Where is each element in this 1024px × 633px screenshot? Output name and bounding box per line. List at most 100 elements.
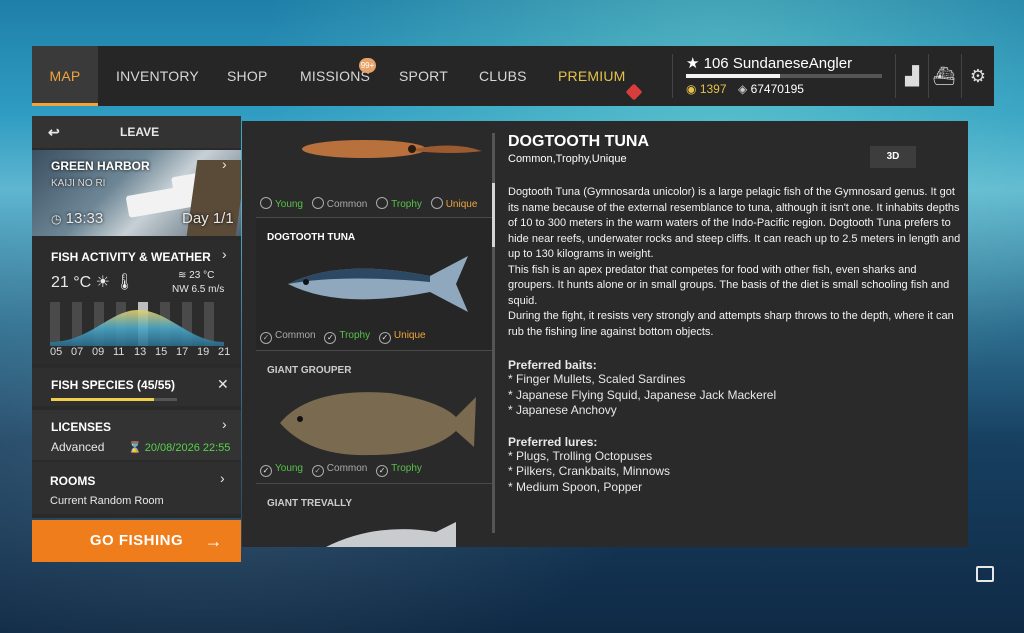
air-temperature: 21 °C ☀ 🌡︎	[51, 272, 135, 292]
sublocation-name: KAIJI NO RI	[51, 178, 106, 189]
activity-title: FISH ACTIVITY & WEATHER	[51, 250, 211, 264]
rooms-panel[interactable]: ROOMS › Current Random Room	[32, 462, 241, 514]
list-scrollbar[interactable]	[492, 133, 495, 533]
fish-encyclopedia-panel: Young Common Trophy Unique DOGTOOTH TUNA…	[242, 121, 968, 547]
licenses-panel[interactable]: LICENSES › Advanced ⌛ 20/08/2026 22:55	[32, 410, 241, 460]
thermometer-icon: 🌡︎	[114, 274, 135, 291]
dogtooth-tuna-image	[288, 256, 468, 312]
gold-coin-icon: ◉	[686, 82, 697, 96]
check-circle-icon: ✓	[376, 465, 389, 477]
water-temperature: ≋ 23 °C	[178, 270, 214, 281]
divider	[928, 54, 929, 98]
fish-card-selected[interactable]: DOGTOOTH TUNA ✓ Common ✓ Trophy ✓ Unique	[256, 218, 492, 351]
silver-currency: ◈ 67470195	[738, 82, 804, 96]
divider	[672, 54, 673, 98]
fish-name: GIANT GROUPER	[267, 365, 352, 376]
hour-label: 13	[134, 346, 147, 358]
activity-chart	[50, 302, 224, 346]
waves-icon: ≋	[178, 270, 187, 281]
go-fishing-button[interactable]: GO FISHING →	[32, 520, 241, 562]
tag-trophy: ✓ Trophy	[324, 330, 370, 344]
tag-unique: ✓ Unique	[378, 330, 426, 344]
check-circle-icon: ✓	[260, 332, 272, 344]
hour-label: 15	[155, 346, 168, 358]
fish-card[interactable]: Young Common Trophy Unique	[256, 121, 492, 218]
tag-young: Young	[260, 197, 303, 210]
lures-list: * Plugs, Trolling Octopuses * Pilkers, C…	[508, 449, 963, 496]
leaderboard-icon[interactable]: ▟	[898, 62, 926, 90]
scrollbar-thumb[interactable]	[492, 183, 495, 247]
close-icon[interactable]: ✕	[217, 376, 229, 393]
hour-label: 11	[113, 346, 125, 358]
player-info[interactable]: ★ 106 SundaneseAngler	[686, 54, 852, 72]
air-temp-value: 21 °C	[51, 274, 92, 291]
check-circle-icon: ✓	[324, 332, 337, 344]
squid-image	[302, 140, 482, 158]
clock-time: 13:33	[65, 210, 104, 227]
fish-card[interactable]: GIANT TREVALLY	[256, 484, 492, 547]
silver-coin-icon: ◈	[738, 82, 748, 96]
tab-missions[interactable]: MISSIONS	[300, 46, 370, 106]
fish-card[interactable]: GIANT GROUPER ✓ Young ✓ Common ✓ Trophy	[256, 351, 492, 484]
species-progress-bar	[51, 398, 177, 401]
tab-map[interactable]: MAP	[32, 46, 98, 106]
check-circle-icon: ✓	[378, 332, 391, 344]
view-3d-button[interactable]: 3D	[870, 146, 916, 168]
leave-label: LEAVE	[120, 125, 160, 139]
tab-shop[interactable]: SHOP	[227, 46, 267, 106]
tag-common: ✓ Common	[311, 463, 367, 477]
tab-inventory[interactable]: INVENTORY	[116, 46, 199, 106]
sun-icon: ☀	[95, 274, 110, 291]
chat-icon[interactable]	[976, 566, 994, 582]
check-circle-icon: ✓	[260, 465, 272, 477]
fish-list[interactable]: Young Common Trophy Unique DOGTOOTH TUNA…	[256, 121, 492, 547]
player-level: 106	[703, 55, 729, 72]
location-name: GREEN HARBOR	[51, 159, 150, 173]
tab-clubs[interactable]: CLUBS	[479, 46, 527, 106]
species-title: FISH SPECIES (45/55)	[51, 378, 176, 392]
bait-item: * Finger Mullets, Scaled Sardines	[508, 372, 686, 386]
game-window: MAP INVENTORY SHOP MISSIONS 99+ SPORT CL…	[32, 46, 994, 588]
hour-label: 19	[197, 346, 210, 358]
gear-icon[interactable]: ⚙	[964, 62, 992, 90]
empty-circle-icon	[311, 197, 324, 209]
fish-tags: ✓ Young ✓ Common ✓ Trophy	[260, 463, 428, 477]
empty-circle-icon	[430, 197, 443, 209]
check-circle-icon: ✓	[311, 465, 324, 477]
location-card[interactable]: GREEN HARBOR › KAIJI NO RI ◷ 13:33 Day 1…	[32, 150, 241, 236]
missions-badge: 99+	[359, 58, 376, 73]
hour-label: 09	[92, 346, 105, 358]
back-arrow-icon: ↩	[48, 124, 60, 140]
license-date: 20/08/2026 22:55	[144, 442, 231, 454]
top-nav-bar: MAP INVENTORY SHOP MISSIONS 99+ SPORT CL…	[32, 46, 994, 106]
giant-trevally-image	[326, 522, 456, 547]
tag-unique: Unique	[430, 197, 477, 210]
chevron-right-icon: ›	[220, 470, 225, 486]
empty-circle-icon	[376, 197, 389, 209]
day-counter: Day 1/1	[182, 210, 234, 227]
fish-activity-panel[interactable]: FISH ACTIVITY & WEATHER › 21 °C ☀ 🌡︎ ≋ 2…	[32, 240, 241, 364]
licenses-title: LICENSES	[51, 420, 112, 434]
divider	[895, 54, 896, 98]
giant-grouper-image	[280, 392, 476, 456]
ship-icon[interactable]: ⛴	[930, 62, 958, 90]
tag-trophy: ✓ Trophy	[376, 463, 422, 477]
xp-bar	[686, 74, 882, 78]
leave-button[interactable]: ↩ LEAVE	[32, 116, 241, 148]
fish-details: DOGTOOTH TUNA Common,Trophy,Unique Dogto…	[508, 133, 963, 495]
hourglass-icon: ⌛	[128, 442, 142, 454]
fish-tags: ✓ Common ✓ Trophy ✓ Unique	[260, 330, 432, 344]
tag-common: ✓ Common	[260, 330, 316, 344]
tag-common: Common	[311, 197, 367, 210]
tab-premium[interactable]: PREMIUM	[558, 46, 626, 106]
tab-sport[interactable]: SPORT	[399, 46, 448, 106]
star-icon: ★	[686, 55, 700, 72]
bait-item: * Japanese Anchovy	[508, 403, 617, 417]
lures-title: Preferred lures:	[508, 434, 598, 449]
license-expiry: ⌛ 20/08/2026 22:55	[128, 441, 230, 454]
species-progress-fill	[51, 398, 155, 401]
chart-bar	[50, 302, 60, 346]
fish-species-panel[interactable]: FISH SPECIES (45/55) ✕	[32, 368, 241, 406]
water-temp-value: 23 °C	[189, 270, 215, 281]
gold-amount: 1397	[699, 82, 727, 96]
